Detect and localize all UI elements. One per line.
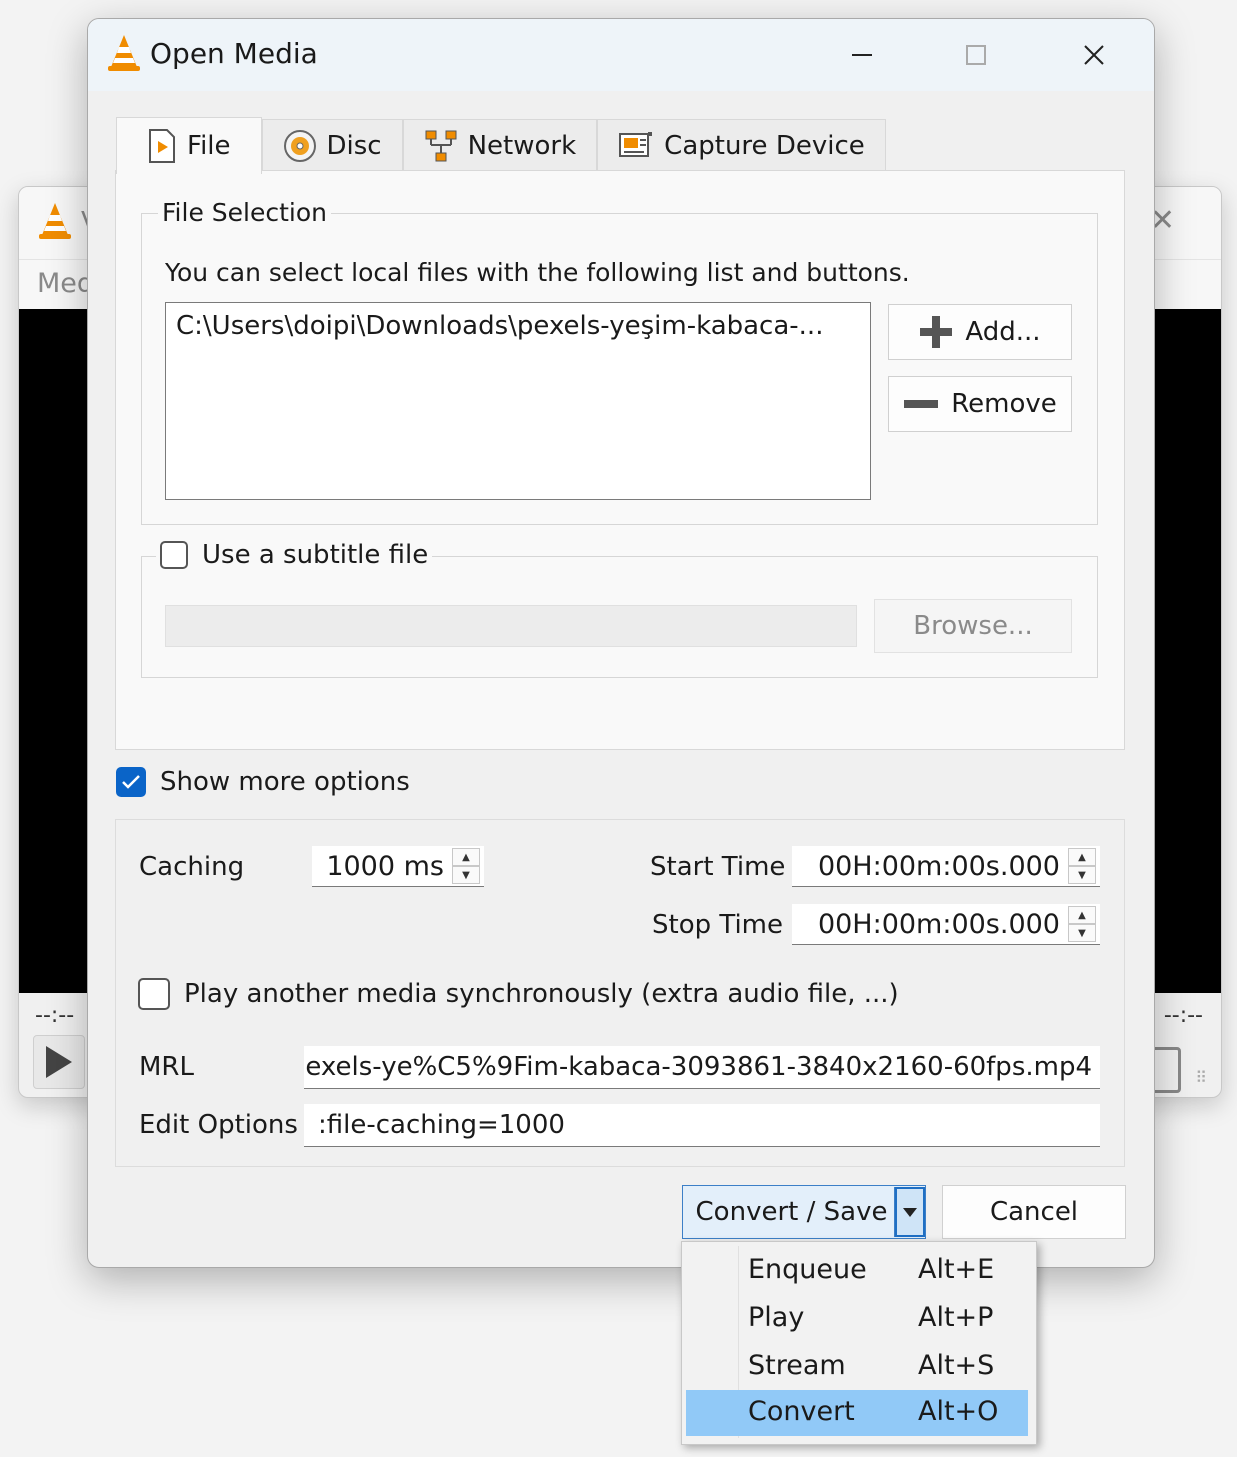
caching-stepper[interactable]: ▲ ▼ (452, 848, 480, 884)
capture-device-icon (619, 132, 653, 157)
dialog-title: Open Media (150, 37, 318, 70)
add-button[interactable]: Add... (888, 304, 1072, 360)
edit-options-value: :file-caching=1000 (318, 1110, 565, 1140)
stop-time-spinbox[interactable]: 00H:00m:00s.000 ▲ ▼ (792, 904, 1100, 945)
caching-spinbox[interactable]: 1000 ms ▲ ▼ (312, 846, 484, 887)
minimize-button[interactable] (832, 33, 892, 77)
stop-time-value: 00H:00m:00s.000 (817, 909, 1060, 940)
add-label: Add... (965, 317, 1041, 347)
spin-down-icon[interactable]: ▼ (1068, 866, 1096, 884)
caching-label: Caching (139, 852, 245, 882)
sync-media-label: Play another media synchronously (extra … (184, 979, 899, 1009)
subtitle-checkbox-row[interactable]: Use a subtitle file (156, 540, 433, 570)
subtitle-checkbox-label: Use a subtitle file (202, 540, 429, 570)
elapsed-time: --:-- (35, 1003, 75, 1028)
tab-disc[interactable]: Disc (261, 119, 403, 172)
minimize-icon (852, 54, 872, 56)
mrl-value: s/pexels-ye%C5%9Fim-kabaca-3093861-3840x… (304, 1052, 1092, 1082)
chevron-down-icon (903, 1207, 917, 1217)
menu-item-label: Play (748, 1302, 805, 1333)
close-icon (1084, 45, 1104, 65)
cancel-button[interactable]: Cancel (942, 1185, 1126, 1239)
menu-item-label: Convert (748, 1396, 855, 1427)
maximize-button[interactable] (946, 33, 1006, 77)
show-more-options-checkbox[interactable] (116, 767, 146, 797)
disc-icon (283, 130, 316, 162)
open-media-dialog: Open Media File Disc Network Capture Dev… (87, 18, 1155, 1268)
close-button[interactable] (1064, 33, 1124, 77)
spin-up-icon[interactable]: ▲ (1068, 906, 1096, 924)
play-button[interactable] (33, 1035, 85, 1089)
show-more-options-label: Show more options (160, 767, 410, 797)
start-time-label: Start Time (650, 852, 786, 882)
sync-media-checkbox[interactable] (138, 978, 170, 1010)
tab-label: Network (467, 131, 577, 161)
play-icon (46, 1046, 72, 1078)
tab-label: File (187, 131, 231, 161)
menu-item-shortcut: Alt+S (918, 1350, 995, 1381)
spin-up-icon[interactable]: ▲ (452, 848, 480, 866)
spin-down-icon[interactable]: ▼ (1068, 924, 1096, 942)
maximize-icon (966, 45, 986, 65)
menu-item-enqueue[interactable]: Enqueue Alt+E (686, 1248, 1028, 1294)
resize-grip-icon[interactable]: ⠿ (1195, 1068, 1207, 1087)
total-time: --:-- (1163, 1003, 1203, 1028)
checkmark-icon (122, 775, 140, 789)
tab-file[interactable]: File (116, 117, 262, 174)
mrl-label: MRL (139, 1052, 194, 1082)
minus-icon (904, 400, 939, 408)
menu-item-shortcut: Alt+E (918, 1254, 995, 1285)
menu-item-label: Stream (748, 1350, 846, 1381)
tab-label: Disc (326, 131, 382, 161)
vlc-cone-icon (106, 33, 142, 77)
convert-save-label: Convert / Save (695, 1197, 888, 1227)
start-time-spinbox[interactable]: 00H:00m:00s.000 ▲ ▼ (792, 846, 1100, 887)
browse-button: Browse... (874, 599, 1072, 653)
network-icon (425, 130, 457, 162)
remove-button[interactable]: Remove (888, 376, 1072, 432)
spin-up-icon[interactable]: ▲ (1068, 848, 1096, 866)
plus-icon (920, 316, 953, 348)
file-list[interactable]: C:\Users\doipi\Downloads\pexels-yeşim-ka… (165, 302, 871, 500)
file-selection-title: File Selection (158, 198, 331, 227)
subtitle-path-input (165, 605, 857, 647)
vlc-cone-icon (37, 201, 73, 245)
subtitle-group: Use a subtitle file Browse... (141, 540, 1098, 678)
caching-value: 1000 ms (326, 851, 444, 882)
start-time-value: 00H:00m:00s.000 (817, 851, 1060, 882)
tab-capture-device[interactable]: Capture Device (597, 119, 886, 172)
convert-save-menu: Enqueue Alt+E Play Alt+P Stream Alt+S Co… (681, 1241, 1037, 1445)
stop-time-label: Stop Time (652, 910, 784, 940)
file-media-icon (149, 129, 175, 163)
sync-media-row[interactable]: Play another media synchronously (extra … (138, 978, 899, 1010)
menu-item-play[interactable]: Play Alt+P (686, 1296, 1028, 1342)
menu-item-convert[interactable]: Convert Alt+O (686, 1390, 1028, 1436)
file-selection-group: File Selection You can select local file… (141, 198, 1098, 525)
stop-time-stepper[interactable]: ▲ ▼ (1068, 906, 1096, 942)
file-tab-panel: File Selection You can select local file… (115, 170, 1125, 750)
menu-item-label: Enqueue (748, 1254, 867, 1285)
dialog-titlebar: Open Media (88, 19, 1154, 91)
tab-label: Capture Device (664, 131, 865, 161)
convert-save-button[interactable]: Convert / Save (682, 1185, 926, 1239)
tab-bar: File Disc Network Capture Device (116, 117, 886, 174)
dropdown-arrow-button[interactable] (894, 1187, 925, 1237)
spin-down-icon[interactable]: ▼ (452, 866, 480, 884)
subtitle-checkbox[interactable] (160, 541, 188, 569)
list-item[interactable]: C:\Users\doipi\Downloads\pexels-yeşim-ka… (176, 311, 823, 341)
more-options-panel: Caching 1000 ms ▲ ▼ Start Time 00H:00m:0… (115, 819, 1125, 1167)
start-time-stepper[interactable]: ▲ ▼ (1068, 848, 1096, 884)
file-selection-help: You can select local files with the foll… (165, 258, 910, 287)
remove-label: Remove (951, 389, 1057, 419)
menu-item-shortcut: Alt+O (918, 1396, 999, 1427)
menu-item-stream[interactable]: Stream Alt+S (686, 1344, 1028, 1390)
show-more-options[interactable]: Show more options (116, 767, 410, 797)
menu-item-shortcut: Alt+P (918, 1302, 994, 1333)
menu-media[interactable]: Med (37, 268, 94, 299)
mrl-field[interactable]: s/pexels-ye%C5%9Fim-kabaca-3093861-3840x… (304, 1046, 1100, 1089)
edit-options-field[interactable]: :file-caching=1000 (304, 1104, 1100, 1147)
edit-options-label: Edit Options (139, 1110, 298, 1140)
tab-network[interactable]: Network (402, 119, 598, 172)
